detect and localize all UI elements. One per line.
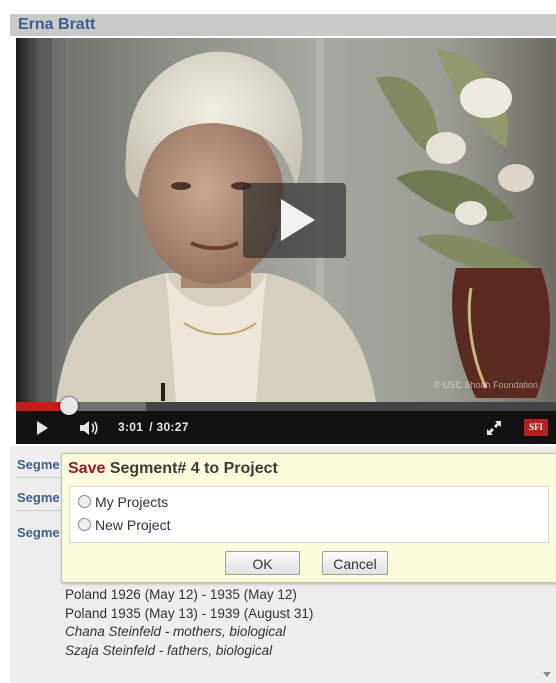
page: Erna Bratt © USC Shoah Foundation 3:01 /…	[0, 0, 556, 683]
page-title: Erna Bratt	[18, 16, 96, 33]
ok-button[interactable]: OK	[225, 551, 300, 575]
current-time: 3:01	[118, 420, 144, 434]
option-label: My Projects	[95, 494, 169, 510]
volume-icon[interactable]	[79, 419, 99, 437]
player-controls: 3:01 / 30:27 SFI	[16, 397, 556, 444]
detail-line: Poland 1926 (May 12) - 1935 (May 12)	[65, 587, 297, 602]
sfi-logo[interactable]: SFI	[524, 419, 548, 436]
option-label: New Project	[95, 517, 171, 533]
progress-bar[interactable]	[16, 397, 556, 415]
chevron-down-icon[interactable]	[543, 672, 551, 677]
dialog-title-save: Save	[68, 460, 106, 477]
segment-label[interactable]: Segme	[17, 525, 60, 540]
detail-line-person[interactable]: Szaja Steinfeld - fathers, biological	[65, 642, 313, 661]
dialog-title-rest: Segment# 4 to Project	[109, 460, 278, 477]
time-display: 3:01 / 30:27	[118, 420, 189, 434]
segment-label[interactable]: Segme	[17, 490, 60, 505]
segment-details: Poland 1926 (May 12) - 1935 (May 12) Pol…	[65, 586, 313, 660]
segment-label[interactable]: Segme	[17, 457, 60, 472]
project-options: My Projects New Project	[69, 486, 549, 543]
cancel-button[interactable]: Cancel	[322, 551, 388, 575]
dialog-title: Save Segment# 4 to Project	[68, 460, 278, 478]
option-new-project[interactable]: New Project	[78, 517, 170, 533]
progress-handle[interactable]	[60, 397, 79, 415]
option-my-projects[interactable]: My Projects	[78, 494, 168, 510]
detail-line: Poland 1935 (May 13) - 1939 (August 31)	[65, 605, 314, 621]
total-time: / 30:27	[149, 420, 189, 434]
title-bar: Erna Bratt	[10, 14, 556, 36]
detail-line-person[interactable]: Chana Steinfeld - mothers, biological	[65, 623, 313, 642]
radio-button[interactable]	[78, 518, 91, 531]
fullscreen-icon[interactable]	[486, 420, 502, 436]
play-icon	[281, 199, 315, 241]
video-frame[interactable]: © USC Shoah Foundation	[16, 38, 556, 402]
play-icon[interactable]	[37, 421, 48, 435]
radio-button[interactable]	[78, 495, 91, 508]
watermark: © USC Shoah Foundation	[433, 380, 538, 390]
big-play-button[interactable]	[243, 183, 346, 258]
save-to-project-dialog: Save Segment# 4 to Project My Projects N…	[61, 453, 556, 583]
